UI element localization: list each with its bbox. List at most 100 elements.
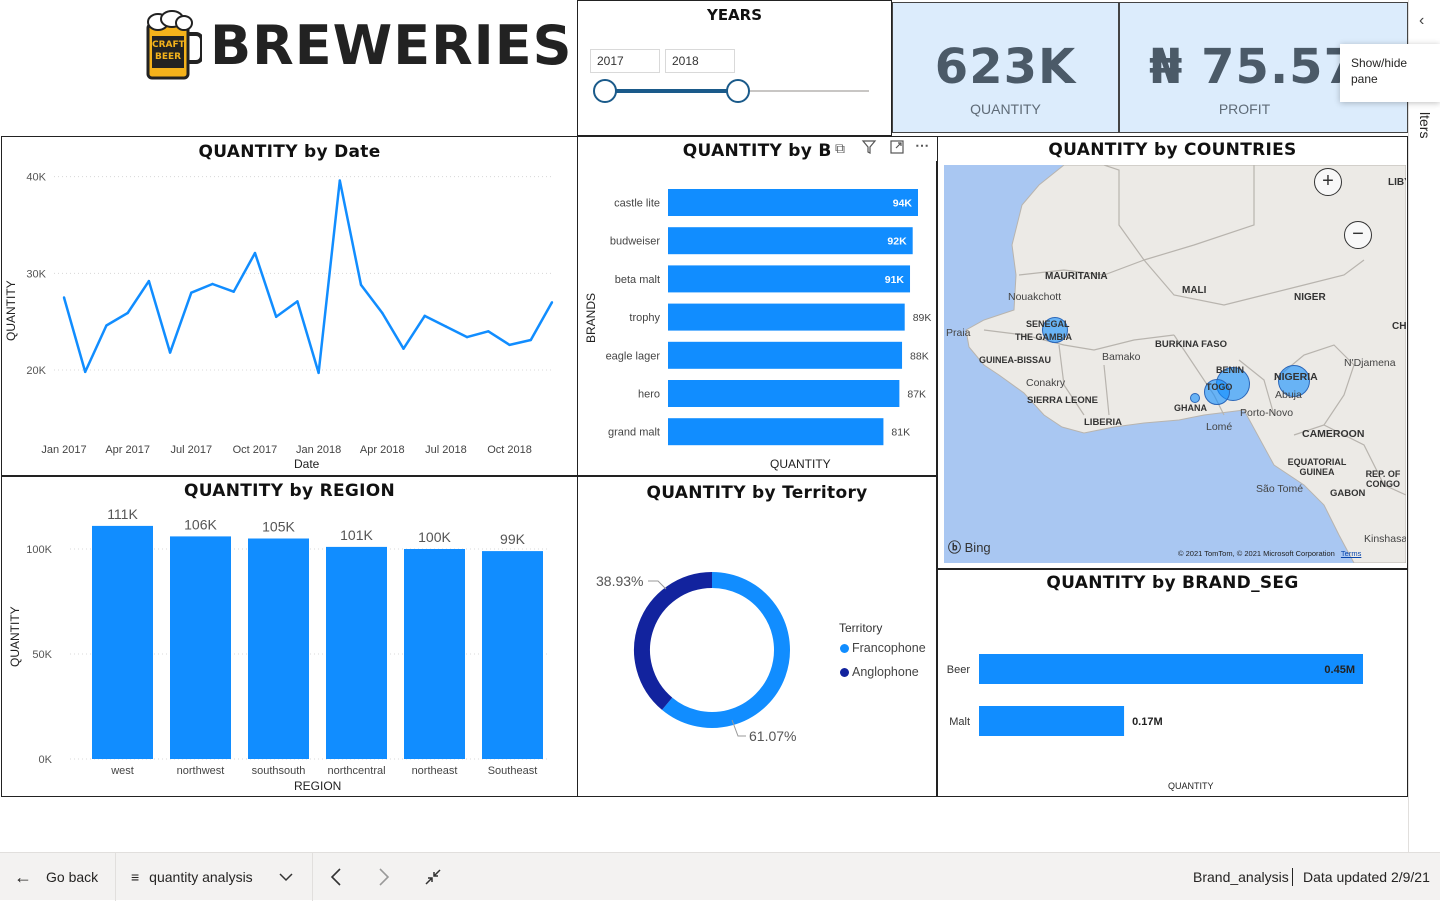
data-point (62, 296, 66, 299)
slicer-end-input[interactable]: 2018 (665, 49, 735, 73)
data-point (508, 343, 511, 347)
chart-quantity-by-date[interactable]: QUANTITY by Date 40K 30K 20K Jan 2017 Apr 20… (1, 136, 578, 476)
hamburger-icon: ≡ (131, 869, 140, 885)
x-tick-label: west (110, 765, 134, 777)
map-city-nouakchott: Nouakchott (1008, 291, 1062, 303)
data-point (529, 338, 532, 342)
map-label-congo: REP. OF CONGO (1365, 469, 1401, 489)
data-point (487, 330, 490, 333)
bing-label: Bing (964, 540, 991, 555)
map-label-ghana: GHANA (1174, 403, 1207, 413)
map-label-mali: MALI (1182, 285, 1207, 296)
legend-item-anglophone[interactable]: Anglophone (840, 665, 919, 679)
y-tick-label: 20K (26, 365, 46, 377)
map-label-liberia: LIBERIA (1084, 417, 1122, 428)
zoom-out-button[interactable]: − (1344, 221, 1372, 249)
data-updated: Data updated 2/9/21 (1303, 869, 1430, 885)
slider-start-handle[interactable] (593, 79, 617, 103)
data-label: 92K (887, 236, 907, 248)
zoom-in-button[interactable]: + (1314, 168, 1342, 196)
slicer-start-input[interactable]: 2017 (590, 49, 660, 73)
map-label-eq-guinea: EQUATORIAL GUINEA (1287, 457, 1347, 477)
y-axis-title: QUANTITY (4, 280, 18, 341)
years-slicer: YEARS 2017 2018 (577, 0, 892, 136)
kpi-profit-label: PROFIT (1218, 101, 1271, 117)
y-tick-label: Malt (949, 716, 970, 728)
map-label-gambia: THE GAMBIA (1015, 332, 1072, 342)
bar (979, 706, 1125, 736)
map-city-porto-novo: Porto-Novo (1240, 407, 1294, 419)
map-label-chad: CH (1392, 321, 1406, 332)
y-axis-title: BRANDS (584, 292, 598, 343)
slider-end-handle[interactable] (726, 79, 750, 103)
y-tick-label: 0K (39, 754, 53, 766)
data-point (211, 282, 214, 286)
chart-quantity-by-territory[interactable]: QUANTITY by Territory 38.93% 61.07% Terr… (577, 476, 937, 797)
data-label: 88K (910, 350, 929, 362)
y-tick-label: hero (638, 389, 660, 401)
x-axis-title: Date (294, 457, 320, 471)
line-chart-svg: 40K 30K 20K Jan 2017 Apr 2017 Jul 2017 Oct 201… (26, 172, 554, 456)
logo-text-craft: CRAFT (152, 40, 185, 50)
donut-slice-francophone (662, 572, 790, 728)
y-tick-label: 100K (26, 544, 52, 556)
footer-divider (312, 853, 313, 901)
data-point (338, 179, 342, 182)
bubble-ghana[interactable] (1190, 393, 1200, 403)
chart-quantity-by-brand-seg[interactable]: QUANTITY by BRAND_SEG Beer 0.45M Malt 0.17M… (937, 569, 1408, 797)
chart-quantity-by-brands[interactable]: QUANTITY by BRAN ⧉ ⋯ castle lite 94K budwe… (577, 136, 938, 476)
page-selector[interactable]: ≡ quantity analysis (131, 853, 293, 901)
filters-tab-label[interactable]: lters (1417, 112, 1433, 138)
exit-fullscreen-button[interactable] (424, 853, 442, 901)
map-label-senegal: SENEGAL (1026, 319, 1070, 329)
y-tick-label: beta malt (615, 274, 660, 286)
legend-title: Territory (839, 621, 883, 635)
data-label: 100K (418, 529, 451, 545)
x-tick-label: northeast (412, 765, 458, 777)
data-label: 0.17M (1132, 716, 1163, 728)
data-point (402, 347, 405, 350)
bar (326, 546, 387, 759)
map-label-togo: TOGO (1206, 382, 1233, 392)
map-label-guinea-bissau: GUINEA-BISSAU (979, 355, 1052, 365)
y-tick-label: grand malt (608, 427, 660, 439)
x-tick-label: Jul 2017 (171, 444, 213, 456)
prev-page-button[interactable] (330, 853, 342, 901)
data-label: 91K (885, 274, 905, 286)
data-point (253, 251, 257, 255)
chart-quantity-by-countries[interactable]: QUANTITY by COUNTRIES MAURITANIA MALI NI… (937, 136, 1408, 569)
data-point (359, 283, 363, 287)
filters-pane-strip[interactable]: ‹ lters (1408, 0, 1440, 852)
bar (92, 525, 153, 759)
bar (668, 418, 884, 446)
data-point (232, 290, 235, 293)
x-tick-label: Apr 2017 (105, 444, 150, 456)
map-city-sao-tome: São Tomé (1256, 483, 1304, 495)
go-back-button[interactable]: ← Go back (14, 853, 98, 901)
chart-quantity-by-region[interactable]: QUANTITY by REGION 100K 50K 0K 111K west 106K… (1, 476, 578, 797)
kpi-quantity-card[interactable]: 623K QUANTITY (892, 2, 1119, 133)
terms-link[interactable]: Terms (1341, 549, 1361, 558)
brands-bar-svg: castle lite 94K budweiser 92K beta malt 91K tr… (606, 189, 931, 446)
data-point (168, 351, 172, 354)
y-tick-label: 30K (26, 268, 46, 280)
legend-item-francophone[interactable]: Francophone (840, 641, 926, 655)
tooltip-line2: pane (1351, 72, 1378, 86)
x-axis-title: REGION (294, 779, 342, 793)
brand-seg-bar-svg: Beer 0.45M Malt 0.17M (947, 654, 1363, 736)
x-axis-title: QUANTITY (1168, 781, 1214, 791)
chevron-left-icon[interactable]: ‹ (1419, 12, 1424, 30)
map-canvas[interactable]: MAURITANIA MALI NIGER SENEGAL THE GAMBIA… (944, 165, 1406, 563)
data-point (147, 279, 151, 283)
map-label-cameroon: CAMEROON (1302, 428, 1365, 440)
legend-label: Anglophone (852, 665, 919, 679)
next-page-button[interactable] (378, 853, 390, 901)
y-tick-label: castle lite (614, 198, 660, 210)
map-label-mauritania: MAURITANIA (1045, 271, 1108, 282)
x-tick-label: Jan 2017 (41, 444, 86, 456)
x-axis-title: QUANTITY (770, 457, 831, 471)
map-city-abuja: Abuja (1275, 389, 1302, 401)
y-axis-title: QUANTITY (8, 606, 22, 667)
legend-dot-icon (840, 643, 849, 653)
bar (668, 189, 918, 216)
